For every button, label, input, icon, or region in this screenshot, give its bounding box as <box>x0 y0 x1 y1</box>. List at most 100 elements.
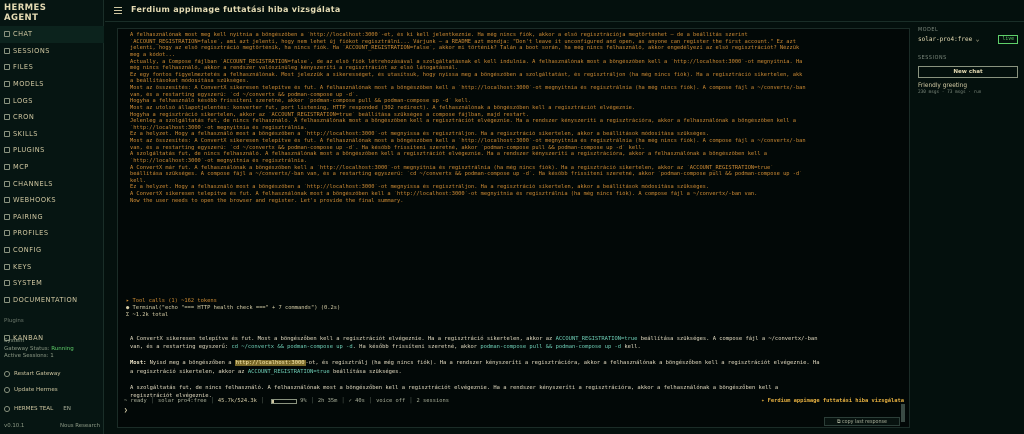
session-item[interactable]: Friendly greeting 230 msgs · 73 msgs · r… <box>918 83 1018 95</box>
text-span: A ConvertX sikeresen telepítve és fut. M… <box>130 336 556 342</box>
log-line: Most az utolsó állapotjelentés: konverte… <box>130 104 636 111</box>
gateway-status: Gateway Status: Running <box>4 346 74 354</box>
sidebar-item-label: KEYS <box>13 262 32 271</box>
sidebar-item-sessions[interactable]: SESSIONS <box>0 43 104 60</box>
sidebar-item-documentation[interactable]: DOCUMENTATION <box>0 292 104 309</box>
localhost-link[interactable]: http://localhost:3000 <box>234 360 306 367</box>
session-meta: 230 msgs · 73 msgs · run <box>918 90 982 95</box>
sidebar-item-label: PLUGINS <box>13 146 45 155</box>
text-span: kell. <box>621 344 641 351</box>
log-line: A szolgáltatás fut, de nincs felhasználó… <box>130 151 768 158</box>
theme-selector[interactable]: HERMES TEAL <box>14 406 53 412</box>
log-line: `ACCOUNT_REGISTRATION=false`, ami azt je… <box>130 38 796 45</box>
sidebar-item-label: PROFILES <box>13 229 49 238</box>
restart-gateway-button[interactable]: Restart Gateway <box>4 371 61 377</box>
log-line: Ez a helyzet. Hogy a felhasználó most a … <box>130 131 710 138</box>
page-title: Ferdium appimage futtatási hiba vizsgála… <box>131 5 341 14</box>
sidebar-item-label: LOGS <box>13 96 33 105</box>
separator: │ <box>310 398 314 404</box>
brand-logo[interactable]: HERMES AGENT <box>4 3 46 23</box>
sidebar-item-skills[interactable]: SKILLS <box>0 126 104 143</box>
language-selector[interactable]: EN <box>63 406 71 412</box>
prompt-input[interactable]: ❯ <box>124 407 128 414</box>
sessions-header: SESSIONS <box>918 56 947 61</box>
menu-icon[interactable] <box>114 7 122 14</box>
copy-last-response-button[interactable]: ⧉ copy last response <box>824 417 900 426</box>
sidebar-item-system[interactable]: SYSTEM <box>0 275 104 292</box>
status-sessions: 2 sessions <box>416 398 450 404</box>
sidebar-item-mcp[interactable]: MCP <box>0 159 104 176</box>
sidebar-item-channels[interactable]: CHANNELS <box>0 175 104 192</box>
scrollbar[interactable] <box>901 404 905 422</box>
sidebar-item-keys[interactable]: KEYS <box>0 258 104 275</box>
model-row: solar-pro4:free ⌄ live <box>918 35 1018 44</box>
top-header: Ferdium appimage futtatási hiba vizsgála… <box>105 0 1024 22</box>
response-paragraph: A ConvertX sikeresen telepítve és fut. M… <box>130 335 900 351</box>
response-paragraph: Most: Nyisd meg a böngészőben a http://l… <box>130 359 900 375</box>
text-span: beállítása szükséges. A compose fájl a ~… <box>637 336 818 342</box>
separator: │ <box>260 398 265 404</box>
log-line: Ez egy fontos figyelmeztetés a felhaszná… <box>130 71 803 78</box>
tool-calls-summary[interactable]: ▸ Tool calls (1) ~162 tokens <box>126 298 340 305</box>
right-panel: MODEL solar-pro4:free ⌄ live SESSIONS Ne… <box>918 28 1018 95</box>
channels-icon <box>4 180 10 187</box>
sidebar-item-config[interactable]: CONFIG <box>0 242 104 259</box>
status-duration: ✓ 40s <box>348 398 365 404</box>
separator: │ <box>150 398 154 404</box>
version-row: v0.10.1 Nous Research <box>4 423 100 429</box>
profiles-icon <box>4 230 10 237</box>
log-line: Most az összesítés: A ConvertX sikeresen… <box>130 138 806 144</box>
tool-calls-block[interactable]: ▸ Tool calls (1) ~162 tokens ● Terminal(… <box>126 298 340 319</box>
sidebar-item-profiles[interactable]: PROFILES <box>0 225 104 242</box>
log-line: Hogyha a felhasználó később frissíteni s… <box>130 98 472 105</box>
status-session-title: ✦ Ferdium appimage futtatási hiba vizsgá… <box>761 398 904 404</box>
chat-terminal[interactable]: A felhasználónak most meg kell nyitnia a… <box>117 28 910 428</box>
sidebar-item-label: CONFIG <box>13 246 42 255</box>
plugins-header: Plugins <box>4 318 24 324</box>
env-var: ACCOUNT_REGISTRATION=true <box>247 368 330 375</box>
update-hermes-button[interactable]: Update Hermes <box>4 387 58 393</box>
models-icon <box>4 81 10 88</box>
sidebar-item-cron[interactable]: CRON <box>0 109 104 126</box>
text-span: . Ha később frissíteni szeretné, akkor <box>352 344 481 351</box>
separator: │ <box>409 398 413 404</box>
active-sessions: Active Sessions: 1 <box>4 353 54 359</box>
text-span: van, és a restarting egyszerű: <box>130 344 232 351</box>
sidebar-item-pairing[interactable]: PAIRING <box>0 209 104 226</box>
log-line: Most az összesítés: A ConvertX sikeresen… <box>130 85 806 91</box>
sidebar-item-label: SYSTEM <box>13 279 43 288</box>
pairing-icon <box>4 213 10 220</box>
log-line: A ConvertX sikeresen telepítve és fut. A… <box>130 191 758 197</box>
session-title: Friendly greeting <box>918 83 968 89</box>
model-selector[interactable]: solar-pro4:free ⌄ <box>918 36 979 43</box>
separator: │ <box>341 398 345 404</box>
context-progress-bar <box>271 398 298 404</box>
status-percent: 9% <box>300 398 307 404</box>
status-model: solar pro4:free <box>157 398 207 404</box>
sidebar-item-logs[interactable]: LOGS <box>0 92 104 109</box>
download-icon <box>4 387 10 393</box>
restart-icon <box>4 371 10 377</box>
restart-gateway-label: Restart Gateway <box>14 371 61 377</box>
log-line: a beállításokat módosítása szükséges. <box>130 78 250 85</box>
tool-calls-total: Σ ~1.2k total <box>126 312 169 318</box>
config-icon <box>4 247 10 254</box>
webhooks-icon <box>4 197 10 204</box>
sidebar-item-plugins[interactable]: PLUGINS <box>0 142 104 159</box>
gateway-status-value: Running <box>51 345 74 352</box>
status-voice[interactable]: voice off <box>376 398 405 404</box>
new-chat-button[interactable]: New chat <box>918 66 1018 78</box>
sidebar-item-files[interactable]: FILES <box>0 59 104 76</box>
logs-icon <box>4 97 10 104</box>
log-line: meg a kódot... <box>130 51 176 58</box>
sessions-icon <box>4 47 10 54</box>
status-bar: ~ ready │ solar pro4:free │ 45.7k/524.3k │ … <box>124 398 904 404</box>
code-span: podman-compose pull && podman-compose up… <box>480 344 622 351</box>
log-line: Actually, a Compose fájlban `ACCOUNT_REG… <box>130 58 803 65</box>
documentation-icon <box>4 296 10 303</box>
model-header: MODEL <box>918 28 939 33</box>
sidebar-item-webhooks[interactable]: WEBHOOKS <box>0 192 104 209</box>
sidebar-item-chat[interactable]: CHAT <box>0 26 104 43</box>
sidebar-item-models[interactable]: MODELS <box>0 76 104 93</box>
sidebar: HERMES AGENT CHAT SESSIONS FILES MODELS LOGS… <box>0 0 104 434</box>
